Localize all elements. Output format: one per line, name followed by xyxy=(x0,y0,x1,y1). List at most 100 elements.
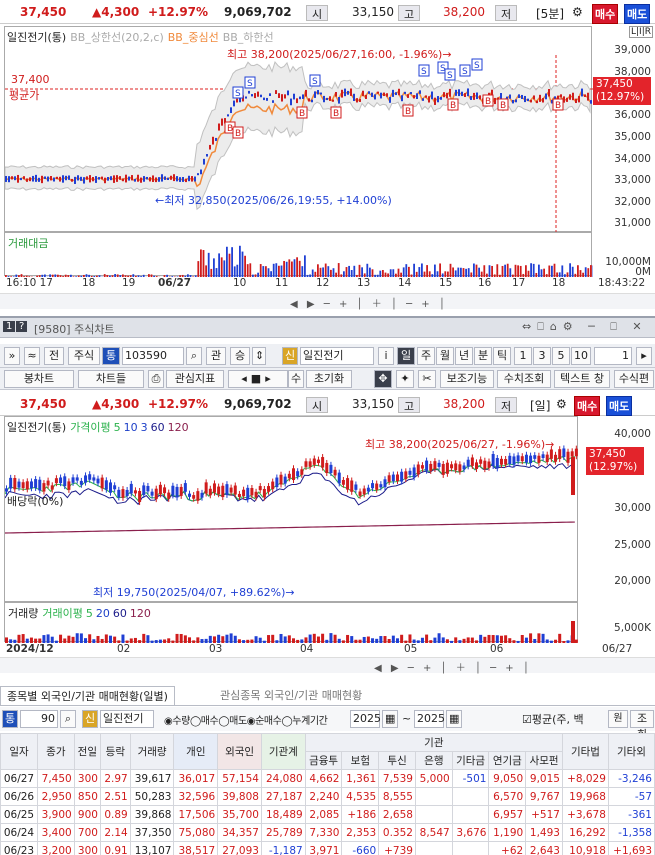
daily-chart[interactable]: 일진전기(통) 가격이평 5 10 3 60 120 최고 38,200(202… xyxy=(4,416,578,602)
col-pension[interactable]: 연기금 xyxy=(488,751,527,770)
col-fin-invest[interactable]: 금융투 xyxy=(304,751,343,770)
interval-3[interactable]: 3 xyxy=(533,347,551,365)
formula-button[interactable]: 수식편 xyxy=(614,370,654,388)
rank-button[interactable]: 승 xyxy=(230,347,250,365)
more-icon[interactable]: ▸ xyxy=(636,347,652,365)
scroll-zoom-bar-1[interactable]: ◀ ▶ ─ + │ ＋ │ ─ + │ xyxy=(0,293,655,310)
table-row[interactable]: 06/24 3,400 700 2.14 37,350 75,080 34,357 25,78… xyxy=(0,823,655,842)
avg-checkbox[interactable]: ☑평균(주, 백 xyxy=(522,711,584,727)
info-button[interactable]: i xyxy=(378,347,394,365)
period-label[interactable]: [5분] xyxy=(536,5,564,22)
radio-sell[interactable]: 매도 xyxy=(229,716,247,727)
table-row[interactable]: 06/23 3,200 300 0.91 13,107 38,517 27,093 -1,18… xyxy=(0,841,655,855)
radio-group[interactable]: ◉수량◯매수◯매도◉순매수◯누계기간 xyxy=(164,712,328,727)
period-day[interactable]: 일 xyxy=(397,347,415,365)
table-row[interactable]: 06/27 7,450 300 2.97 39,617 36,017 57,154 24,08… xyxy=(0,769,655,788)
window-controls[interactable]: ⇔⎕⌂⚙ ─ ⎕ ✕ xyxy=(522,320,648,334)
amount-pane[interactable]: 거래대금 xyxy=(4,232,593,277)
table-row[interactable]: 06/25 3,900 900 0.89 39,868 17,506 35,700 18,48… xyxy=(0,805,655,824)
nav-up-icon[interactable]: ≈ xyxy=(24,347,40,365)
interval-10[interactable]: 10 xyxy=(571,347,591,365)
tab-daily-investor[interactable]: 종목별 외국인/기관 매매현황(일별) xyxy=(0,686,175,706)
col-individual[interactable]: 개인 xyxy=(173,733,219,770)
tab-watchlist-investor[interactable]: 관심종목 외국인/기관 매매현황 xyxy=(214,686,368,704)
scissors-icon[interactable]: ✂ xyxy=(418,370,436,388)
period-minute[interactable]: 분 xyxy=(474,347,492,365)
col-private-fund[interactable]: 사모펀 xyxy=(525,751,563,770)
col-volume[interactable]: 거래량 xyxy=(129,733,175,770)
interval-5[interactable]: 5 xyxy=(552,347,570,365)
all-button[interactable]: 전 xyxy=(44,347,64,365)
radio-buy[interactable]: 매수 xyxy=(201,716,219,727)
credit-badge[interactable]: 신 xyxy=(282,347,298,365)
settings-icon[interactable]: ⚙ xyxy=(556,397,567,411)
scroll-zoom-bar-2[interactable]: ◀ ▶ ─ + │ ＋ │ ─ + │ xyxy=(0,657,655,674)
play-controls[interactable]: ◂■▸ xyxy=(228,370,288,388)
col-foreign[interactable]: 외국인 xyxy=(217,733,262,770)
charts-button[interactable]: 차트들 xyxy=(78,370,144,388)
save-icon[interactable]: ⎙ xyxy=(148,370,164,388)
window-number[interactable]: 1 xyxy=(3,321,16,332)
search-icon[interactable]: ⌕ xyxy=(60,710,76,728)
indicator-button[interactable]: 관심지표 xyxy=(166,370,224,388)
stock-code-input[interactable]: 103590 xyxy=(122,347,184,365)
watchlist-button[interactable]: 관 xyxy=(206,347,226,365)
value-query-button[interactable]: 수치조회 xyxy=(497,370,551,388)
buy-button[interactable]: 매수 xyxy=(592,4,619,24)
tong-button[interactable]: 통 xyxy=(2,710,18,728)
sell-button[interactable]: 매도 xyxy=(606,396,633,416)
col-bank[interactable]: 은행 xyxy=(414,751,453,770)
interval-1[interactable]: 1 xyxy=(514,347,532,365)
period-week[interactable]: 주 xyxy=(417,347,435,365)
assist-button[interactable]: 보조기능 xyxy=(440,370,494,388)
table-row[interactable]: 06/26 2,950 850 2.51 50,283 32,596 39,808 27,18… xyxy=(0,787,655,806)
intraday-chart[interactable]: SSSSSSSSBBBBBBBBB 일진전기(통) BB_상한선(20,2,c)… xyxy=(4,26,593,233)
radio-cumulative[interactable]: 누계기간 xyxy=(292,716,328,727)
help-icon[interactable]: ? xyxy=(16,321,28,332)
col-trust[interactable]: 투신 xyxy=(378,751,416,770)
col-close[interactable]: 종가 xyxy=(36,733,75,770)
name-field[interactable]: 일진전기 xyxy=(100,710,154,728)
col-change[interactable]: 등락 xyxy=(99,733,131,770)
candle-button[interactable]: 봉차트 xyxy=(4,370,74,388)
end-year[interactable]: 2025 xyxy=(414,710,445,728)
col-insurance[interactable]: 보험 xyxy=(341,751,380,770)
settings-icon[interactable]: ⚙ xyxy=(572,5,583,19)
col-prev[interactable]: 전일 xyxy=(73,733,101,770)
updown-icon[interactable]: ⇕ xyxy=(252,347,266,365)
crosshair-icon[interactable]: ✥ xyxy=(374,370,392,388)
period-year[interactable]: 년 xyxy=(455,347,473,365)
stock-name-field[interactable]: 일진전기 xyxy=(300,347,374,365)
zoom-controls[interactable]: ◀ ▶ ─ + │ ＋ │ ─ + │ xyxy=(374,659,532,674)
col-other-fin[interactable]: 기타금 xyxy=(451,751,490,770)
credit-badge[interactable]: 신 xyxy=(82,710,98,728)
radio-qty[interactable]: 수량 xyxy=(172,716,190,727)
col-date[interactable]: 일자 xyxy=(0,733,38,770)
reset-button[interactable]: 초기화 xyxy=(306,370,352,388)
calendar-icon[interactable]: ▦ xyxy=(382,710,398,728)
stock-button[interactable]: 주식 xyxy=(68,347,100,365)
query-button[interactable]: 조회 xyxy=(630,710,654,741)
interval-input[interactable]: 1 xyxy=(594,347,632,365)
buy-button[interactable]: 매수 xyxy=(574,396,601,416)
lir-badge[interactable]: L|I|R xyxy=(629,26,653,38)
text-window-button[interactable]: 텍스트 창 xyxy=(554,370,610,388)
start-year[interactable]: 2025 xyxy=(350,710,381,728)
volume-pane[interactable]: 거래량 거래이평 5 20 60 120 xyxy=(4,602,578,643)
period-tick[interactable]: 틱 xyxy=(493,347,511,365)
count-button[interactable]: 수 xyxy=(288,370,304,388)
unit-button[interactable]: 원 xyxy=(608,710,628,728)
period-month[interactable]: 월 xyxy=(436,347,454,365)
col-other-corp[interactable]: 기타법 xyxy=(561,733,609,770)
radio-net[interactable]: 순매수 xyxy=(255,716,282,727)
pin-icon[interactable]: ✦ xyxy=(396,370,414,388)
search-icon[interactable]: ⌕ xyxy=(186,347,202,365)
calendar-icon[interactable]: ▦ xyxy=(446,710,462,728)
tong-button[interactable]: 통 xyxy=(102,347,120,365)
sell-button[interactable]: 매도 xyxy=(624,4,651,24)
col-other-foreign[interactable]: 기타외 xyxy=(607,733,655,770)
col-institution[interactable]: 기관계 xyxy=(260,733,306,770)
code-input[interactable]: 90 xyxy=(20,710,58,728)
period-label[interactable]: [일] xyxy=(530,397,550,414)
zoom-controls[interactable]: ◀ ▶ ─ + │ ＋ │ ─ + │ xyxy=(290,295,448,310)
